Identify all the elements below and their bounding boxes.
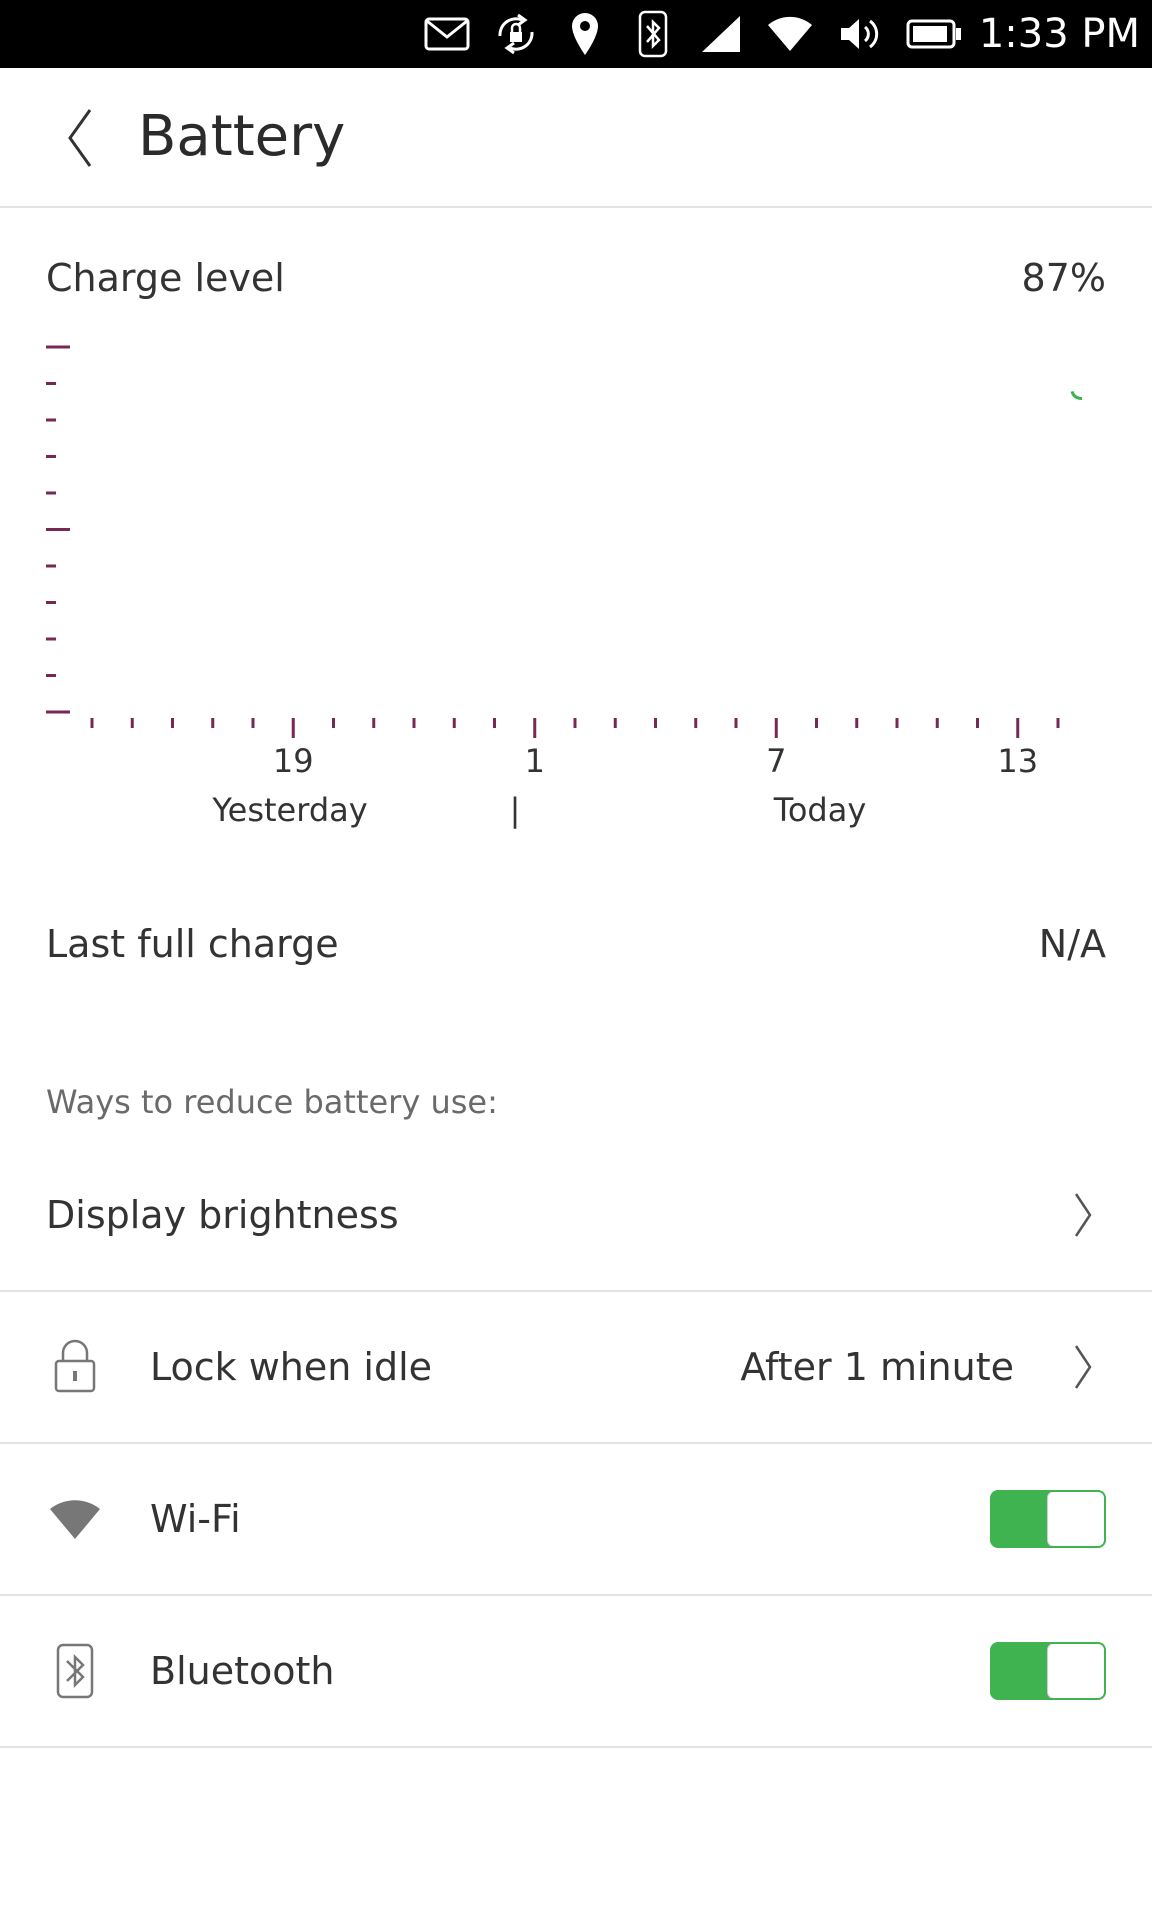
x-tick-label: 19 [273,742,314,780]
status-bar: 1:33 PM [0,0,1152,68]
x-axis-labels: 19 1 7 13 Yesterday Today | [211,742,1038,829]
mail-icon [424,10,470,58]
display-brightness-row[interactable]: Display brightness [0,1140,1152,1292]
day-label: Yesterday [211,791,367,829]
wifi-toggle[interactable] [990,1490,1106,1548]
day-separator: | [510,791,521,829]
wifi-icon [766,10,814,58]
charge-line [1070,390,1083,400]
clock: 1:33 PM [978,11,1140,57]
x-tick-label: 1 [525,742,545,780]
x-axis-ticks [90,718,1060,738]
chevron-left-icon [68,109,92,167]
lock-when-idle-value: After 1 minute [740,1345,1014,1389]
bluetooth-icon [48,1643,102,1699]
wifi-label: Wi-Fi [150,1497,241,1541]
lock-when-idle-row[interactable]: Lock when idle After 1 minute [0,1292,1152,1444]
chevron-right-icon [1072,1192,1094,1238]
toggle-knob [1048,1644,1104,1698]
lock-icon [48,1339,102,1395]
bluetooth-icon [638,10,668,58]
back-button[interactable] [60,106,100,170]
charge-history-chart: 19 1 7 13 Yesterday Today | [0,330,1152,850]
toggle-knob [1048,1492,1104,1546]
chevron-right-icon [1072,1344,1094,1390]
display-brightness-label: Display brightness [46,1193,399,1237]
page-header: Battery [0,68,1152,208]
rotation-lock-icon [492,10,540,58]
last-full-charge-label: Last full charge [46,922,339,966]
y-axis-ticks [46,345,70,714]
last-full-charge-value: N/A [1038,922,1106,966]
bluetooth-row: Bluetooth [0,1596,1152,1748]
signal-icon [700,10,742,58]
wifi-row: Wi-Fi [0,1444,1152,1596]
battery-icon [906,10,962,58]
bluetooth-toggle[interactable] [990,1642,1106,1700]
location-icon [570,10,600,58]
day-label: Today [773,791,867,829]
x-tick-label: 7 [766,742,786,780]
charge-level-value: 87% [1021,256,1106,300]
lock-when-idle-label: Lock when idle [150,1345,433,1389]
page-title: Battery [138,104,346,169]
volume-icon [838,10,882,58]
charge-chart-svg: 19 1 7 13 Yesterday Today | [46,345,1083,829]
charge-level-label: Charge level [46,256,285,300]
chart-series [1070,390,1083,400]
x-tick-label: 13 [997,742,1038,780]
wifi-icon [48,1491,102,1547]
reduce-battery-heading: Ways to reduce battery use: [46,1083,498,1121]
bluetooth-label: Bluetooth [150,1649,335,1693]
